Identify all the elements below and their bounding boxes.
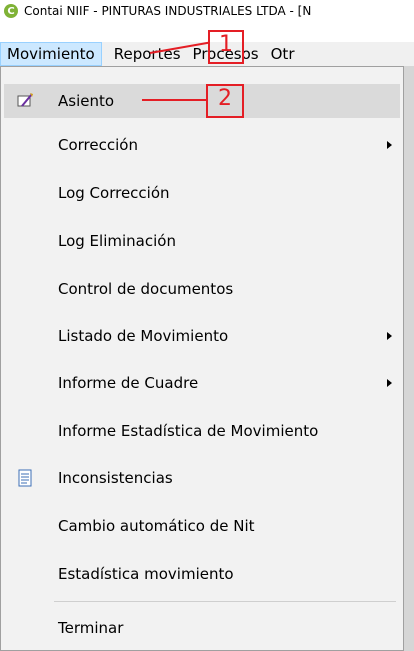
annotation-number-2: 2 xyxy=(218,86,232,111)
submenu-arrow-icon xyxy=(387,332,392,340)
background-strip xyxy=(404,66,414,651)
menu-item-estadistica-movimiento[interactable]: Estadística movimiento xyxy=(4,557,400,591)
menu-item-label: Estadística movimiento xyxy=(58,565,234,583)
menu-item-label: Log Eliminación xyxy=(58,232,176,250)
journal-entry-icon xyxy=(16,92,34,110)
annotation-arrow-2 xyxy=(142,99,206,101)
menu-item-log-eliminacion[interactable]: Log Eliminación xyxy=(4,224,400,258)
menu-item-inconsistencias[interactable]: Inconsistencias xyxy=(4,461,400,495)
menu-bar: Movimiento Reportes Procesos Otr xyxy=(0,42,414,66)
menu-item-label: Asiento xyxy=(58,92,115,110)
menu-item-correccion[interactable]: Corrección xyxy=(4,128,400,162)
document-icon xyxy=(16,469,34,487)
menu-item-label: Log Corrección xyxy=(58,184,170,202)
menu-separator xyxy=(54,601,396,602)
menu-item-log-correccion[interactable]: Log Corrección xyxy=(4,176,400,210)
submenu-arrow-icon xyxy=(387,141,392,149)
menu-item-asiento[interactable]: Asiento xyxy=(4,84,400,118)
menu-item-label: Inconsistencias xyxy=(58,469,173,487)
menu-otros-label: Otr xyxy=(270,45,295,63)
app-icon: C xyxy=(4,4,18,18)
menu-item-label: Informe Estadística de Movimiento xyxy=(58,422,319,440)
menu-reportes[interactable]: Reportes xyxy=(108,42,187,66)
annotation-number-1: 1 xyxy=(219,32,233,57)
menu-item-label: Terminar xyxy=(58,619,124,637)
menu-item-listado-movimiento[interactable]: Listado de Movimiento xyxy=(4,319,400,353)
menu-item-control-documentos[interactable]: Control de documentos xyxy=(4,272,400,306)
menu-movimiento-label: Movimiento xyxy=(7,45,95,63)
menu-item-terminar[interactable]: Terminar xyxy=(4,611,400,645)
menu-item-label: Control de documentos xyxy=(58,280,234,298)
submenu-arrow-icon xyxy=(387,379,392,387)
menu-item-label: Informe de Cuadre xyxy=(58,374,199,392)
window-titlebar: C Contai NIIF - PINTURAS INDUSTRIALES LT… xyxy=(0,0,414,22)
menu-movimiento[interactable]: Movimiento xyxy=(0,42,102,66)
menu-item-label: Cambio automático de Nit xyxy=(58,517,255,535)
menu-item-informe-estadistica[interactable]: Informe Estadística de Movimiento xyxy=(4,414,400,448)
window-title: Contai NIIF - PINTURAS INDUSTRIALES LTDA… xyxy=(24,4,312,18)
menu-item-cambio-nit[interactable]: Cambio automático de Nit xyxy=(4,509,400,543)
menu-item-informe-cuadre[interactable]: Informe de Cuadre xyxy=(4,366,400,400)
menu-item-label: Corrección xyxy=(58,136,138,154)
annotation-callout-2: 2 xyxy=(206,84,244,118)
annotation-callout-1: 1 xyxy=(208,30,244,64)
menu-otros[interactable]: Otr xyxy=(265,42,301,66)
menu-item-label: Listado de Movimiento xyxy=(58,327,229,345)
